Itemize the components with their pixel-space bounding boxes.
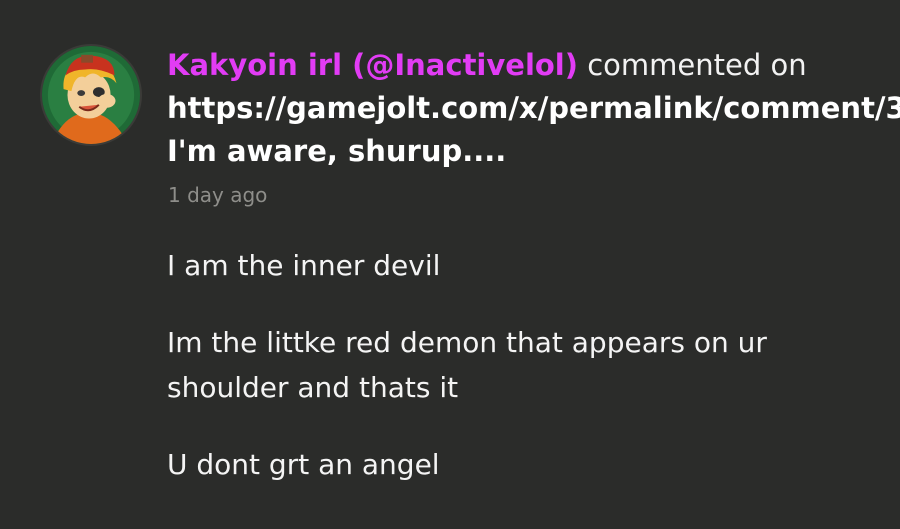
comment-notification: Kakyoin irl (@Inactivelol) commented on … bbox=[0, 0, 900, 529]
author-link[interactable]: Kakyoin irl (@Inactivelol) bbox=[167, 48, 578, 82]
notification-header: Kakyoin irl (@Inactivelol) commented on … bbox=[167, 44, 900, 173]
comment-paragraph: I am the inner devil bbox=[167, 249, 441, 282]
header-line-author: Kakyoin irl (@Inactivelol) commented on bbox=[167, 44, 900, 87]
action-text: commented on bbox=[578, 48, 807, 82]
comment-paragraph: U dont grt an angel bbox=[167, 448, 440, 481]
target-permalink[interactable]: https://gamejolt.com/x/permalink/comment… bbox=[167, 91, 900, 125]
comment-paragraph: Im the littke red demon that appears on … bbox=[167, 326, 767, 404]
header-line-url: https://gamejolt.com/x/permalink/comment… bbox=[167, 87, 900, 130]
target-comment-title[interactable]: I'm aware, shurup.... bbox=[167, 134, 506, 168]
comment-body: I am the inner devil Im the littke red d… bbox=[167, 243, 887, 519]
user-avatar-icon bbox=[42, 46, 140, 144]
user-avatar[interactable] bbox=[40, 44, 142, 146]
header-line-title: I'm aware, shurup.... bbox=[167, 130, 900, 173]
timestamp: 1 day ago bbox=[168, 183, 268, 207]
